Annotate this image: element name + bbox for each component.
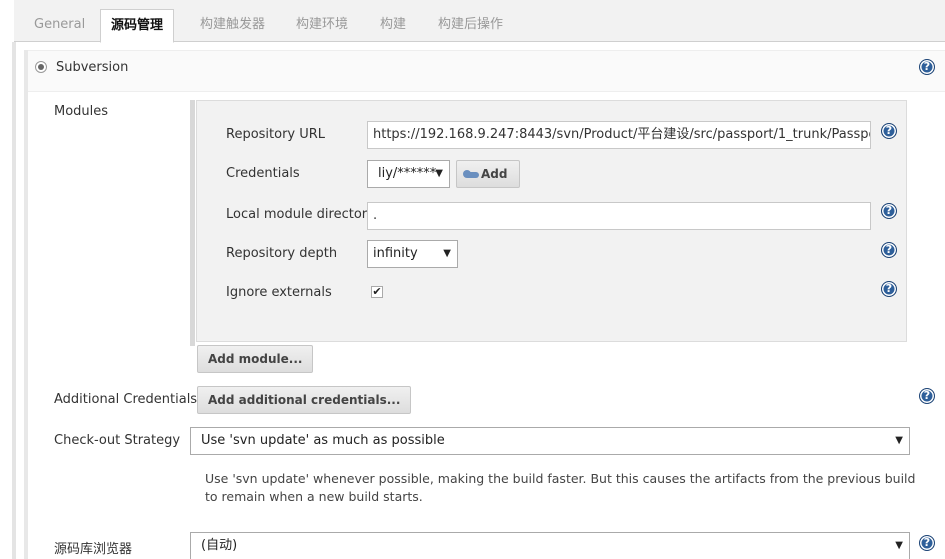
checkout-strategy-label: Check-out Strategy: [54, 433, 181, 448]
modules-label: Modules: [54, 104, 109, 119]
section-gutter-bar: [24, 50, 28, 559]
help-icon[interactable]: ?: [881, 123, 897, 139]
repository-url-label: Repository URL: [226, 127, 326, 142]
subversion-section-header: [28, 50, 945, 92]
repository-url-input[interactable]: https://192.168.9.247:8443/svn/Product/平…: [367, 121, 871, 149]
credentials-value: liy/******: [378, 166, 437, 181]
tab-post-build-actions[interactable]: 构建后操作: [428, 10, 513, 43]
help-icon[interactable]: ?: [919, 59, 935, 75]
modules-gutter-bar: [190, 100, 195, 346]
key-icon: [463, 169, 479, 178]
checkout-strategy-value: Use 'svn update' as much as possible: [201, 433, 445, 448]
local-module-directory-label: Local module directory: [226, 207, 375, 222]
tab-build[interactable]: 构建: [370, 10, 416, 43]
tab-build-environment[interactable]: 构建环境: [286, 10, 358, 43]
ignore-externals-label: Ignore externals: [226, 285, 332, 300]
chevron-down-icon: ▼: [895, 435, 903, 446]
ignore-externals-checkbox[interactable]: ✔: [371, 286, 383, 298]
subversion-radio[interactable]: [35, 61, 47, 73]
subversion-label: Subversion: [56, 60, 129, 75]
chevron-down-icon: ▼: [435, 168, 443, 179]
tab-general[interactable]: General: [24, 10, 95, 43]
checkout-strategy-select[interactable]: Use 'svn update' as much as possible ▼: [190, 427, 910, 455]
repository-browser-select[interactable]: (自动) ▼: [190, 532, 910, 559]
config-tab-bar: General 源码管理 构建触发器 构建环境 构建 构建后操作: [14, 0, 945, 43]
checkout-strategy-description: Use 'svn update' whenever possible, maki…: [205, 471, 916, 504]
help-icon[interactable]: ?: [919, 535, 935, 551]
add-button-label: Add: [481, 167, 508, 181]
repository-depth-label: Repository depth: [226, 246, 338, 261]
help-icon[interactable]: ?: [881, 281, 897, 297]
repository-depth-value: infinity: [373, 246, 418, 261]
help-icon[interactable]: ?: [881, 203, 897, 219]
help-icon[interactable]: ?: [919, 388, 935, 404]
local-module-directory-input[interactable]: .: [367, 202, 871, 230]
add-credentials-button[interactable]: Add: [456, 160, 520, 188]
repository-browser-value: (自动): [201, 538, 238, 553]
credentials-label: Credentials: [226, 166, 300, 181]
add-module-button[interactable]: Add module...: [197, 345, 314, 373]
add-additional-credentials-button[interactable]: Add additional credentials...: [197, 386, 412, 414]
chevron-down-icon: ▼: [443, 248, 451, 259]
left-gutter-bar: [12, 42, 16, 559]
tab-source-code-management[interactable]: 源码管理: [100, 9, 175, 43]
repository-browser-label: 源码库浏览器: [54, 542, 133, 557]
repository-depth-select[interactable]: infinity ▼: [367, 240, 458, 268]
chevron-down-icon: ▼: [895, 540, 903, 551]
tab-build-triggers[interactable]: 构建触发器: [190, 10, 275, 43]
credentials-select[interactable]: liy/****** ▼: [367, 160, 450, 188]
help-icon[interactable]: ?: [881, 242, 897, 258]
additional-credentials-label: Additional Credentials: [54, 392, 198, 407]
